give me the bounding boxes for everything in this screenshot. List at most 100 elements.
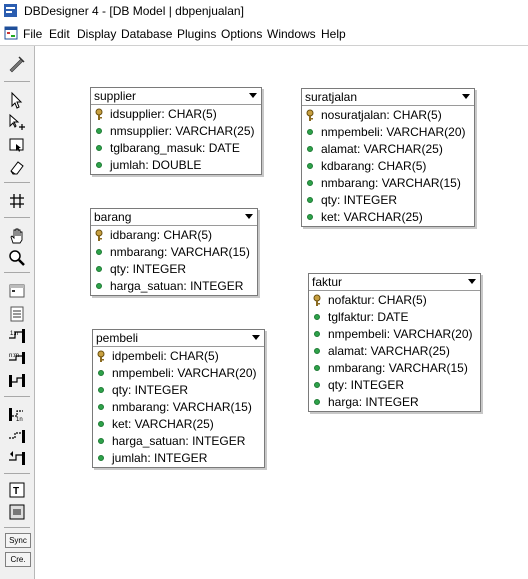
dropdown-arrow-icon[interactable] bbox=[245, 214, 253, 219]
sync-button[interactable]: Sync bbox=[5, 533, 31, 548]
column-row[interactable]: idsupplier: CHAR(5) bbox=[91, 106, 261, 123]
document-icon[interactable] bbox=[4, 26, 18, 40]
menu-bar: File Edit Display Database Plugins Optio… bbox=[0, 23, 528, 44]
column-label: tglfaktur: DATE bbox=[328, 310, 409, 324]
column-row[interactable]: qty: INTEGER bbox=[302, 192, 474, 209]
table-faktur[interactable]: faktur nofaktur: CHAR(5) tglfaktur: DATE… bbox=[308, 273, 481, 412]
table-barang[interactable]: barang idbarang: CHAR(5) nmbarang: VARCH… bbox=[90, 208, 258, 296]
toolbar-divider bbox=[4, 81, 30, 82]
column-row[interactable]: idbarang: CHAR(5) bbox=[91, 227, 257, 244]
relation-1n-nonid-icon[interactable]: 1n bbox=[7, 404, 27, 424]
relation-dashed-icon[interactable] bbox=[7, 426, 27, 446]
column-label: qty: INTEGER bbox=[321, 193, 398, 207]
toolbar-divider bbox=[4, 217, 30, 218]
column-row[interactable]: nmbarang: VARCHAR(15) bbox=[309, 360, 480, 377]
column-row[interactable]: alamat: VARCHAR(25) bbox=[302, 141, 474, 158]
column-row[interactable]: tglfaktur: DATE bbox=[309, 309, 480, 326]
column-label: nmpembeli: VARCHAR(20) bbox=[112, 366, 257, 380]
svg-text:1n: 1n bbox=[16, 417, 23, 423]
column-row[interactable]: ket: VARCHAR(25) bbox=[93, 416, 264, 433]
create-button[interactable]: Cre. bbox=[5, 552, 31, 567]
column-row[interactable]: nosuratjalan: CHAR(5) bbox=[302, 107, 474, 124]
pen-tool-icon[interactable] bbox=[7, 54, 27, 74]
column-row[interactable]: qty: INTEGER bbox=[309, 377, 480, 394]
column-row[interactable]: nmpembeli: VARCHAR(20) bbox=[93, 365, 264, 382]
note-icon[interactable]: T bbox=[7, 480, 27, 500]
column-row[interactable]: nmpembeli: VARCHAR(20) bbox=[309, 326, 480, 343]
view-table-icon[interactable] bbox=[7, 304, 27, 324]
menu-help[interactable]: Help bbox=[321, 27, 346, 41]
column-label: tglbarang_masuk: DATE bbox=[110, 141, 240, 155]
attribute-icon bbox=[314, 314, 320, 320]
table-supplier[interactable]: supplier idsupplier: CHAR(5) nmsupplier:… bbox=[90, 87, 262, 175]
menu-options[interactable]: Options bbox=[221, 27, 262, 41]
attribute-icon bbox=[96, 128, 102, 134]
column-row[interactable]: harga: INTEGER bbox=[309, 394, 480, 411]
table-name: barang bbox=[94, 210, 132, 224]
attribute-icon bbox=[307, 197, 313, 203]
column-row[interactable]: jumlah: INTEGER bbox=[93, 450, 264, 467]
grid-icon[interactable] bbox=[7, 191, 27, 211]
column-row[interactable]: jumlah: DOUBLE bbox=[91, 157, 261, 174]
column-row[interactable]: ket: VARCHAR(25) bbox=[302, 209, 474, 226]
column-row[interactable]: nmsupplier: VARCHAR(25) bbox=[91, 123, 261, 140]
table-header[interactable]: faktur bbox=[309, 274, 480, 291]
column-row[interactable]: nofaktur: CHAR(5) bbox=[309, 292, 480, 309]
column-row[interactable]: harga_satuan: INTEGER bbox=[93, 433, 264, 450]
column-row[interactable]: nmbarang: VARCHAR(15) bbox=[93, 399, 264, 416]
column-row[interactable]: qty: INTEGER bbox=[93, 382, 264, 399]
model-canvas[interactable]: supplier idsupplier: CHAR(5) nmsupplier:… bbox=[35, 46, 528, 579]
window-title: DBDesigner 4 - [DB Model | dbpenjualan] bbox=[24, 4, 244, 18]
toolbar-divider bbox=[4, 182, 30, 183]
toolbar-divider bbox=[4, 396, 30, 397]
zoom-icon[interactable] bbox=[7, 248, 27, 268]
toolbar-divider bbox=[4, 527, 30, 528]
menu-edit[interactable]: Edit bbox=[49, 27, 70, 41]
region-icon[interactable] bbox=[7, 135, 27, 155]
relation-nm-icon[interactable]: n:m bbox=[7, 348, 27, 368]
column-row[interactable]: nmpembeli: VARCHAR(20) bbox=[302, 124, 474, 141]
dropdown-arrow-icon[interactable] bbox=[249, 93, 257, 98]
relation-11-icon[interactable] bbox=[7, 370, 27, 390]
pointer-icon[interactable] bbox=[7, 90, 27, 110]
hand-icon[interactable] bbox=[7, 226, 27, 246]
attribute-icon bbox=[96, 283, 102, 289]
table-header[interactable]: barang bbox=[91, 209, 257, 226]
column-row[interactable]: nmbarang: VARCHAR(15) bbox=[91, 244, 257, 261]
eraser-icon[interactable] bbox=[7, 157, 27, 177]
dropdown-arrow-icon[interactable] bbox=[462, 94, 470, 99]
relation-1n-icon[interactable]: 1:n bbox=[7, 326, 27, 346]
svg-text:n:m: n:m bbox=[9, 353, 19, 359]
column-row[interactable]: harga_satuan: INTEGER bbox=[91, 278, 257, 295]
column-label: alamat: VARCHAR(25) bbox=[321, 142, 443, 156]
key-icon bbox=[313, 294, 321, 306]
column-row[interactable]: kdbarang: CHAR(5) bbox=[302, 158, 474, 175]
column-label: idbarang: CHAR(5) bbox=[110, 228, 213, 242]
table-name: supplier bbox=[94, 89, 137, 103]
dropdown-arrow-icon[interactable] bbox=[468, 279, 476, 284]
menu-display[interactable]: Display bbox=[77, 27, 116, 41]
menu-windows[interactable]: Windows bbox=[267, 27, 316, 41]
dropdown-arrow-icon[interactable] bbox=[252, 335, 260, 340]
table-header[interactable]: pembeli bbox=[93, 330, 264, 347]
table-suratjalan[interactable]: suratjalan nosuratjalan: CHAR(5) nmpembe… bbox=[301, 88, 475, 227]
menu-file[interactable]: File bbox=[23, 27, 42, 41]
relation-inherit-icon[interactable] bbox=[7, 448, 27, 468]
column-row[interactable]: idpembeli: CHAR(5) bbox=[93, 348, 264, 365]
table-pembeli[interactable]: pembeli idpembeli: CHAR(5) nmpembeli: VA… bbox=[92, 329, 265, 468]
menu-database[interactable]: Database bbox=[121, 27, 172, 41]
new-table-icon[interactable] bbox=[7, 281, 27, 301]
move-pointer-icon[interactable] bbox=[7, 113, 27, 133]
menu-plugins[interactable]: Plugins bbox=[177, 27, 216, 41]
column-row[interactable]: nmbarang: VARCHAR(15) bbox=[302, 175, 474, 192]
attribute-icon bbox=[314, 382, 320, 388]
column-row[interactable]: qty: INTEGER bbox=[91, 261, 257, 278]
image-icon[interactable] bbox=[7, 502, 27, 522]
table-header[interactable]: suratjalan bbox=[302, 89, 474, 106]
table-header[interactable]: supplier bbox=[91, 88, 261, 105]
column-label: qty: INTEGER bbox=[112, 383, 189, 397]
column-label: idsupplier: CHAR(5) bbox=[110, 107, 217, 121]
column-row[interactable]: alamat: VARCHAR(25) bbox=[309, 343, 480, 360]
column-row[interactable]: tglbarang_masuk: DATE bbox=[91, 140, 261, 157]
attribute-icon bbox=[96, 249, 102, 255]
